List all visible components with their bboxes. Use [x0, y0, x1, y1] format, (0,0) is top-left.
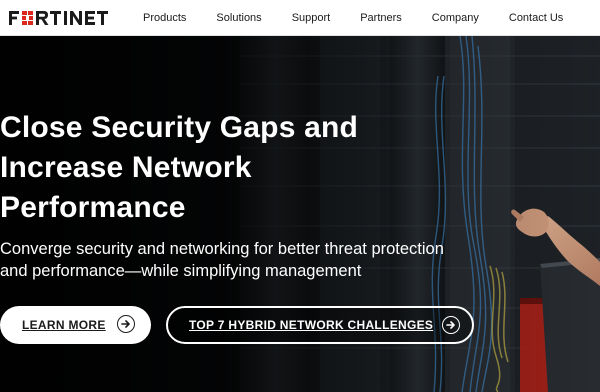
hero-title-line-1: Close Security Gaps and [0, 111, 359, 144]
learn-more-label: LEARN MORE [22, 318, 106, 332]
hero-title-line-3: Performance [0, 191, 186, 224]
hero-subtitle-line-1: Converge security and networking for bet… [0, 240, 444, 258]
fortinet-logo[interactable] [9, 10, 121, 26]
hero-title-line-2: Increase Network [0, 151, 252, 184]
fortinet-logo-mark [9, 11, 108, 25]
primary-nav: Products Solutions Support Partners Comp… [143, 0, 563, 36]
arrow-right-circle-icon [117, 315, 135, 333]
hero-title: Close Security Gaps and Increase Network… [0, 108, 440, 228]
nav-partners[interactable]: Partners [360, 12, 402, 24]
nav-company[interactable]: Company [432, 12, 479, 24]
hero-subtitle-line-2: and performance—while simplifying manage… [0, 262, 362, 280]
learn-more-button[interactable]: LEARN MORE [0, 306, 151, 344]
nav-solutions[interactable]: Solutions [216, 12, 261, 24]
arrow-right-circle-icon [442, 316, 460, 334]
hybrid-network-challenges-button[interactable]: TOP 7 HYBRID NETWORK CHALLENGES [166, 306, 474, 344]
nav-products[interactable]: Products [143, 12, 186, 24]
nav-contact-us[interactable]: Contact Us [509, 12, 563, 24]
hybrid-network-challenges-label: TOP 7 HYBRID NETWORK CHALLENGES [189, 318, 434, 332]
hero-subtitle: Converge security and networking for bet… [0, 238, 500, 282]
top-navigation: Products Solutions Support Partners Comp… [0, 0, 600, 36]
hero-banner: Close Security Gaps and Increase Network… [0, 36, 600, 392]
nav-support[interactable]: Support [292, 12, 331, 24]
